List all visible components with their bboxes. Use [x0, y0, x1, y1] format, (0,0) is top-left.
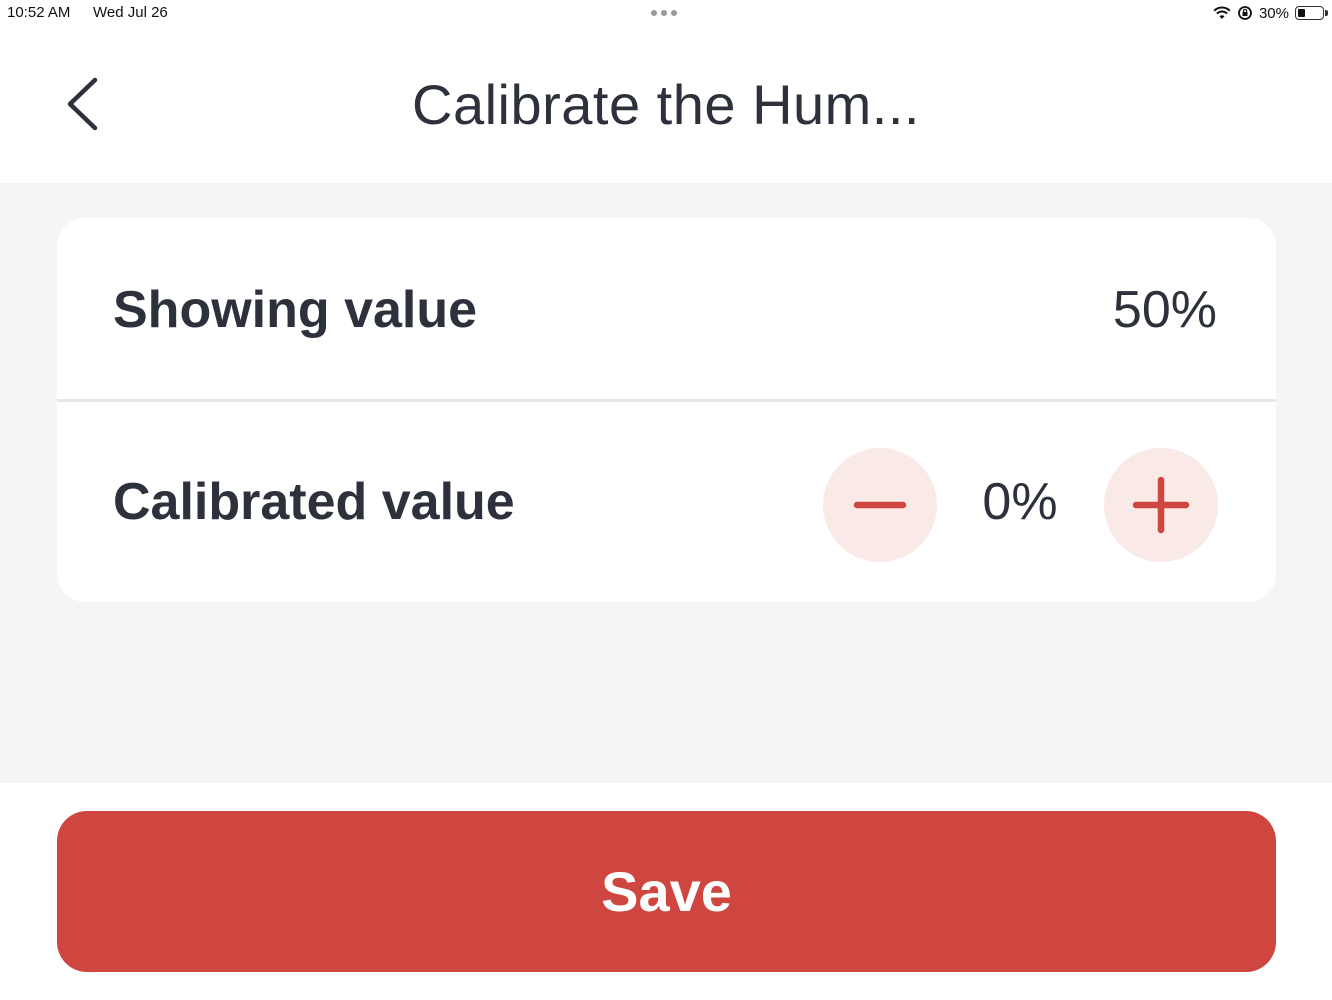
content-area: Showing value 50% Calibrated value 0%	[0, 183, 1332, 783]
battery-percent: 30%	[1258, 4, 1289, 22]
decrease-button[interactable]	[823, 448, 937, 562]
increase-button[interactable]	[1104, 448, 1218, 562]
page-title: Calibrate the Hum...	[412, 73, 920, 136]
battery-level-fill	[1298, 9, 1305, 17]
minus-icon	[853, 501, 907, 509]
calibration-card: Showing value 50% Calibrated value 0%	[57, 218, 1276, 602]
status-bar: 10:52 AM Wed Jul 26 30%	[0, 0, 1332, 26]
calibrated-value: 0%	[982, 473, 1058, 531]
showing-value-row: Showing value 50%	[57, 218, 1276, 401]
status-indicators: 30%	[1213, 4, 1328, 22]
orientation-lock-icon	[1238, 6, 1252, 20]
showing-value: 50%	[1112, 281, 1217, 339]
showing-value-label: Showing value	[113, 281, 478, 339]
navigation-bar: Calibrate the Hum...	[0, 26, 1332, 183]
status-date: Wed Jul 26	[93, 4, 168, 21]
calibration-screen: 10:52 AM Wed Jul 26 30% Calibrate the Hu…	[0, 0, 1332, 1000]
plus-icon	[1132, 476, 1190, 534]
save-button-label: Save	[601, 860, 732, 923]
battery-icon	[1295, 6, 1328, 20]
save-button[interactable]: Save	[57, 811, 1276, 972]
multitasking-ellipsis-icon[interactable]	[651, 10, 681, 16]
status-time: 10:52 AM	[7, 4, 71, 21]
calibrated-value-row: Calibrated value 0%	[57, 402, 1276, 602]
wifi-icon	[1213, 6, 1231, 19]
calibrated-value-label: Calibrated value	[113, 473, 515, 531]
